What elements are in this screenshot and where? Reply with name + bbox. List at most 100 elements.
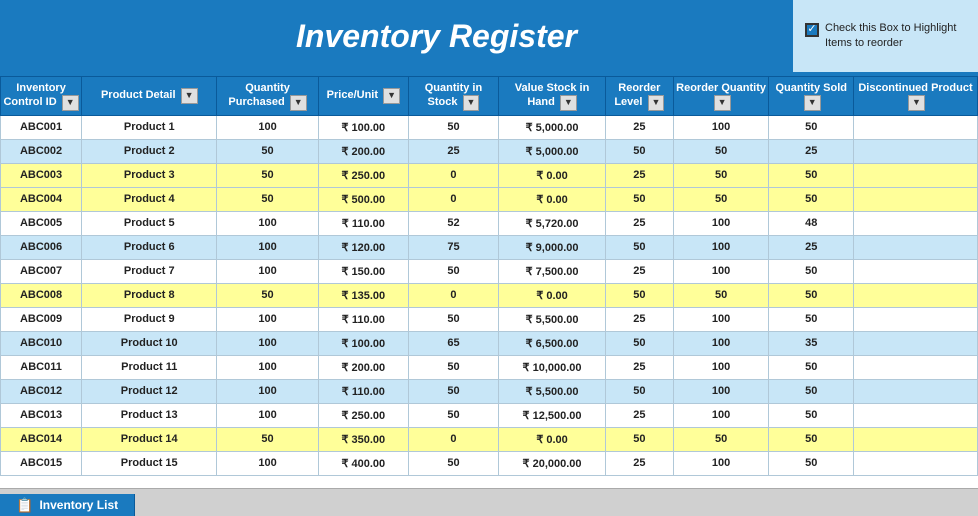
cell-control_id: ABC002 xyxy=(1,139,82,163)
cell-reorder_level: 50 xyxy=(606,331,674,355)
cell-product_detail: Product 2 xyxy=(82,139,217,163)
cell-product_detail: Product 13 xyxy=(82,403,217,427)
cell-qty_purchased: 100 xyxy=(217,451,318,475)
cell-product_detail: Product 1 xyxy=(82,115,217,139)
cell-qty_sold: 50 xyxy=(769,451,854,475)
col-header-qty-stock[interactable]: Quantity in Stock ▼ xyxy=(408,77,498,116)
cell-qty_stock: 25 xyxy=(408,139,498,163)
col-header-product-detail[interactable]: Product Detail ▼ xyxy=(82,77,217,116)
header-right-panel: ✓ Check this Box to Highlight Items to r… xyxy=(793,0,978,72)
cell-qty_purchased: 50 xyxy=(217,283,318,307)
table-row: ABC007Product 7100₹ 150.0050₹ 7,500.0025… xyxy=(1,259,978,283)
cell-reorder_qty: 50 xyxy=(673,187,769,211)
cell-product_detail: Product 14 xyxy=(82,427,217,451)
cell-discontinued xyxy=(853,403,977,427)
cell-reorder_level: 50 xyxy=(606,139,674,163)
cell-control_id: ABC003 xyxy=(1,163,82,187)
dropdown-arrow-qty-sold[interactable]: ▼ xyxy=(804,95,821,111)
cell-reorder_qty: 100 xyxy=(673,403,769,427)
cell-discontinued xyxy=(853,307,977,331)
table-row: ABC013Product 13100₹ 250.0050₹ 12,500.00… xyxy=(1,403,978,427)
col-header-qty-purchased[interactable]: Quantity Purchased ▼ xyxy=(217,77,318,116)
cell-value_stock: ₹ 20,000.00 xyxy=(499,451,606,475)
cell-product_detail: Product 8 xyxy=(82,283,217,307)
dropdown-arrow-reorder-level[interactable]: ▼ xyxy=(648,95,665,111)
cell-price_unit: ₹ 100.00 xyxy=(318,115,408,139)
cell-control_id: ABC010 xyxy=(1,331,82,355)
cell-qty_stock: 0 xyxy=(408,283,498,307)
cell-value_stock: ₹ 10,000.00 xyxy=(499,355,606,379)
cell-control_id: ABC011 xyxy=(1,355,82,379)
table-container[interactable]: Inventory Control ID ▼ Product Detail ▼ … xyxy=(0,76,978,488)
cell-reorder_level: 50 xyxy=(606,235,674,259)
tab-inventory-list[interactable]: 📋 Inventory List xyxy=(0,494,135,516)
cell-product_detail: Product 4 xyxy=(82,187,217,211)
cell-reorder_qty: 100 xyxy=(673,235,769,259)
cell-value_stock: ₹ 7,500.00 xyxy=(499,259,606,283)
cell-product_detail: Product 15 xyxy=(82,451,217,475)
cell-price_unit: ₹ 110.00 xyxy=(318,379,408,403)
dropdown-arrow-qty-purchased[interactable]: ▼ xyxy=(290,95,307,111)
cell-discontinued xyxy=(853,211,977,235)
col-header-value-stock[interactable]: Value Stock in Hand ▼ xyxy=(499,77,606,116)
cell-reorder_qty: 50 xyxy=(673,283,769,307)
cell-qty_purchased: 100 xyxy=(217,355,318,379)
dropdown-arrow-price[interactable]: ▼ xyxy=(383,88,400,104)
cell-qty_stock: 50 xyxy=(408,307,498,331)
col-header-reorder-qty[interactable]: Reorder Quantity ▼ xyxy=(673,77,769,116)
cell-discontinued xyxy=(853,331,977,355)
dropdown-arrow-discontinued[interactable]: ▼ xyxy=(908,95,925,111)
checkbox-area[interactable]: ✓ Check this Box to Highlight Items to r… xyxy=(805,21,966,52)
col-header-discontinued[interactable]: Discontinued Product ▼ xyxy=(853,77,977,116)
tab-bar: 📋 Inventory List xyxy=(0,488,978,516)
cell-discontinued xyxy=(853,139,977,163)
cell-product_detail: Product 10 xyxy=(82,331,217,355)
cell-price_unit: ₹ 110.00 xyxy=(318,307,408,331)
dropdown-arrow-reorder-qty[interactable]: ▼ xyxy=(714,95,731,111)
cell-qty_sold: 50 xyxy=(769,403,854,427)
cell-reorder_level: 25 xyxy=(606,259,674,283)
cell-reorder_qty: 100 xyxy=(673,331,769,355)
cell-reorder_level: 25 xyxy=(606,307,674,331)
cell-qty_purchased: 100 xyxy=(217,235,318,259)
cell-qty_stock: 50 xyxy=(408,115,498,139)
cell-price_unit: ₹ 135.00 xyxy=(318,283,408,307)
cell-price_unit: ₹ 500.00 xyxy=(318,187,408,211)
dropdown-arrow-control-id[interactable]: ▼ xyxy=(62,95,79,111)
cell-price_unit: ₹ 250.00 xyxy=(318,163,408,187)
cell-reorder_qty: 100 xyxy=(673,115,769,139)
cell-discontinued xyxy=(853,283,977,307)
cell-discontinued xyxy=(853,379,977,403)
cell-qty_stock: 50 xyxy=(408,379,498,403)
cell-qty_sold: 25 xyxy=(769,235,854,259)
cell-reorder_level: 50 xyxy=(606,283,674,307)
cell-reorder_qty: 50 xyxy=(673,139,769,163)
cell-qty_sold: 50 xyxy=(769,283,854,307)
col-header-qty-sold[interactable]: Quantity Sold ▼ xyxy=(769,77,854,116)
highlight-checkbox[interactable]: ✓ xyxy=(805,23,819,37)
cell-reorder_level: 25 xyxy=(606,451,674,475)
cell-qty_purchased: 50 xyxy=(217,163,318,187)
cell-qty_stock: 50 xyxy=(408,355,498,379)
dropdown-arrow-qty-stock[interactable]: ▼ xyxy=(463,95,480,111)
cell-discontinued xyxy=(853,235,977,259)
cell-reorder_qty: 50 xyxy=(673,427,769,451)
col-header-control-id[interactable]: Inventory Control ID ▼ xyxy=(1,77,82,116)
cell-qty_sold: 50 xyxy=(769,259,854,283)
dropdown-arrow-value[interactable]: ▼ xyxy=(560,95,577,111)
cell-control_id: ABC015 xyxy=(1,451,82,475)
col-header-reorder-level[interactable]: Reorder Level ▼ xyxy=(606,77,674,116)
table-row: ABC008Product 850₹ 135.000₹ 0.00505050 xyxy=(1,283,978,307)
cell-qty_sold: 50 xyxy=(769,355,854,379)
cell-qty_sold: 48 xyxy=(769,211,854,235)
cell-reorder_qty: 50 xyxy=(673,163,769,187)
cell-qty_sold: 50 xyxy=(769,427,854,451)
cell-qty_purchased: 100 xyxy=(217,331,318,355)
cell-control_id: ABC007 xyxy=(1,259,82,283)
cell-qty_purchased: 50 xyxy=(217,139,318,163)
cell-qty_sold: 50 xyxy=(769,307,854,331)
table-row: ABC014Product 1450₹ 350.000₹ 0.00505050 xyxy=(1,427,978,451)
cell-discontinued xyxy=(853,355,977,379)
col-header-price-unit[interactable]: Price/Unit ▼ xyxy=(318,77,408,116)
dropdown-arrow-product[interactable]: ▼ xyxy=(181,88,198,104)
